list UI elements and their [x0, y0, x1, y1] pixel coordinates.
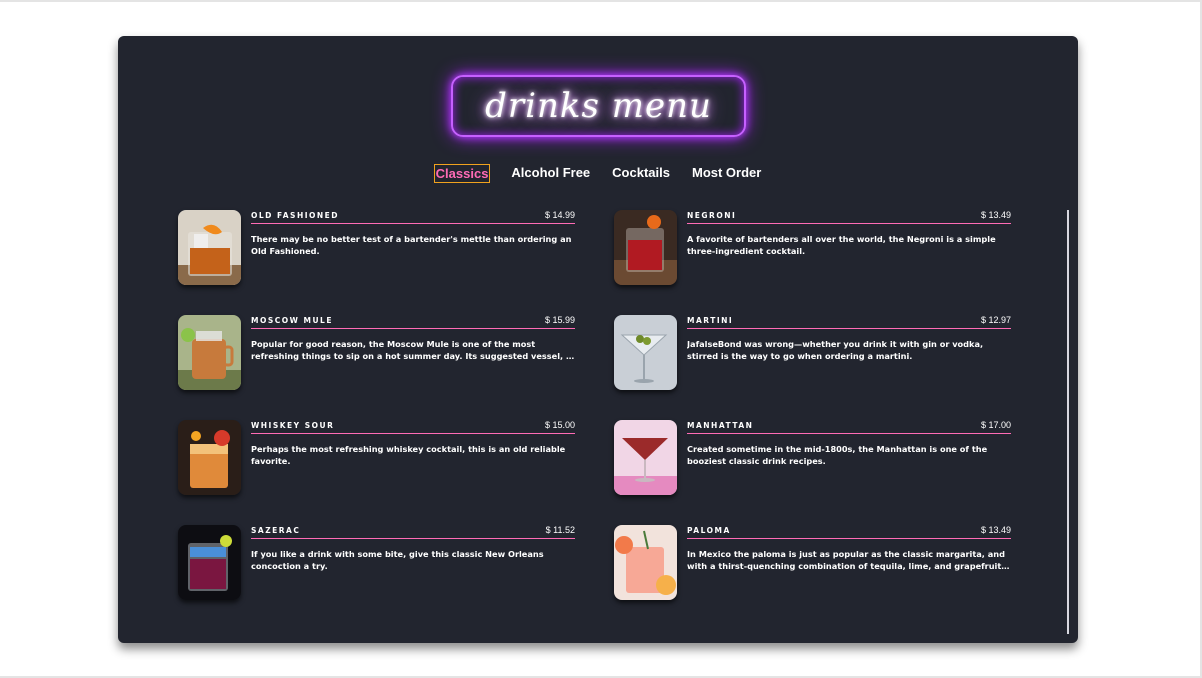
menu-item-paloma[interactable]: PALOMA $ 13.49 In Mexico the paloma is j… — [614, 525, 1012, 601]
item-name: SAZERAC — [251, 526, 301, 535]
item-price: $ 11.52 — [545, 525, 575, 535]
item-description: Created sometime in the mid-1800s, the M… — [687, 444, 988, 466]
menu-item-manhattan[interactable]: MANHATTAN $ 17.00 Created sometime in th… — [614, 420, 1012, 496]
item-price: $ 13.49 — [980, 525, 1011, 535]
scrollbar[interactable] — [1067, 210, 1069, 634]
menu-item-martini[interactable]: MARTINI $ 12.97 JafalseBond was wrong—wh… — [614, 315, 1012, 391]
whiskey-sour-photo — [178, 420, 241, 495]
menu-card: drinks menu Classics Alcohol Free Cockta… — [118, 36, 1078, 643]
item-name: MOSCOW MULE — [251, 316, 333, 325]
item-description: There may be no better test of a bartend… — [251, 234, 572, 256]
item-description: Perhaps the most refreshing whiskey cock… — [251, 444, 566, 466]
old-fashioned-photo — [178, 210, 241, 285]
menu-item-negroni[interactable]: NEGRONI $ 13.49 A favorite of bartenders… — [614, 210, 1012, 286]
paloma-photo — [614, 525, 677, 600]
item-price: $ 12.97 — [980, 315, 1011, 325]
item-description: If you like a drink with some bite, give… — [251, 549, 544, 571]
item-price: $ 14.99 — [544, 210, 575, 220]
menu-item-whiskey-sour[interactable]: WHISKEY SOUR $ 15.00 Perhaps the most re… — [178, 420, 576, 496]
menu-item-sazerac[interactable]: SAZERAC $ 11.52 If you like a drink with… — [178, 525, 576, 601]
item-description: Popular for good reason, the Moscow Mule… — [251, 339, 572, 361]
item-description: A favorite of bartenders all over the wo… — [687, 234, 996, 256]
item-price: $ 17.00 — [980, 420, 1011, 430]
tab-alcohol-free[interactable]: Alcohol Free — [510, 164, 591, 183]
item-name: WHISKEY SOUR — [251, 421, 335, 430]
sazerac-photo — [178, 525, 241, 600]
item-name: MARTINI — [687, 316, 734, 325]
menu-title: drinks menu — [485, 86, 712, 126]
negroni-photo — [614, 210, 677, 285]
neon-title-box: drinks menu — [451, 75, 746, 137]
menu-item-moscow-mule[interactable]: MOSCOW MULE $ 15.99 Popular for good rea… — [178, 315, 576, 391]
item-name: PALOMA — [687, 526, 731, 535]
item-name: OLD FASHIONED — [251, 211, 340, 220]
tab-cocktails[interactable]: Cocktails — [611, 164, 671, 183]
item-name: NEGRONI — [687, 211, 737, 220]
item-price: $ 15.99 — [544, 315, 575, 325]
page-border-top — [0, 0, 1202, 2]
menu-item-old-fashioned[interactable]: OLD FASHIONED $ 14.99 There may be no be… — [178, 210, 576, 286]
tab-classics[interactable]: Classics — [433, 164, 491, 183]
item-price: $ 15.00 — [544, 420, 575, 430]
moscow-mule-photo — [178, 315, 241, 390]
tab-most-order[interactable]: Most Order — [691, 164, 762, 183]
item-description: JafalseBond was wrong—whether you drink … — [687, 339, 984, 361]
item-name: MANHATTAN — [687, 421, 754, 430]
item-description: In Mexico the paloma is just as popular … — [687, 549, 1005, 571]
martini-photo — [614, 315, 677, 390]
item-price: $ 13.49 — [980, 210, 1011, 220]
manhattan-photo — [614, 420, 677, 495]
category-tabs: Classics Alcohol Free Cocktails Most Ord… — [118, 164, 1078, 183]
